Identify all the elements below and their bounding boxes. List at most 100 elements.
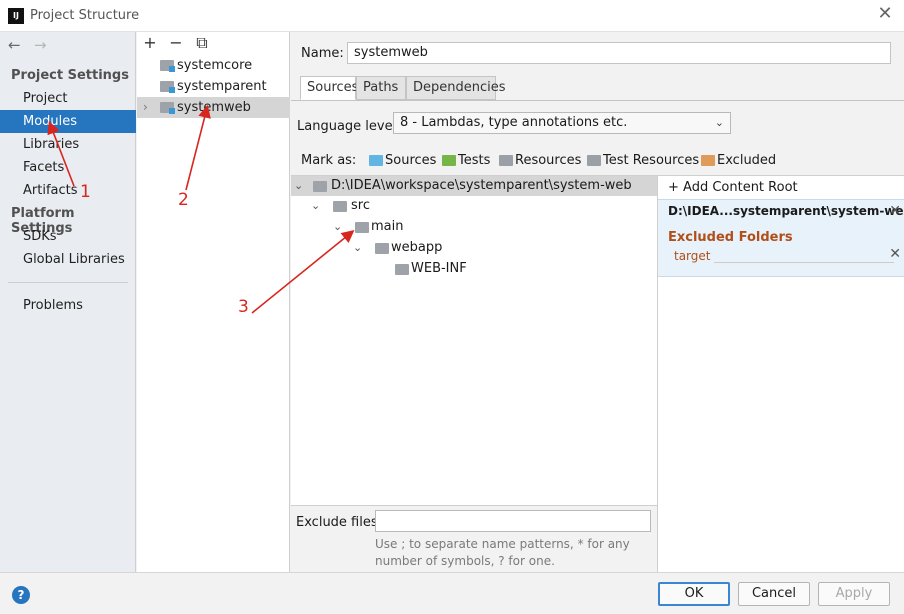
module-name-input[interactable]: systemweb xyxy=(347,42,891,64)
mark-as-sources[interactable]: Sources xyxy=(369,153,443,169)
tests-folder-icon xyxy=(442,155,456,166)
mark-label: Test Resources xyxy=(603,153,700,168)
mark-label: Sources xyxy=(385,153,437,168)
exclude-files-label: Exclude files: xyxy=(296,515,383,530)
modules-toolbar: + − ⧉ xyxy=(137,32,290,56)
chevron-down-icon: ⌄ xyxy=(714,116,724,129)
sidebar-item-artifacts[interactable]: Artifacts xyxy=(0,179,136,202)
tab-divider xyxy=(291,100,904,101)
modules-panel: + − ⧉ systemcore systemparent › systemwe… xyxy=(137,32,290,572)
module-label: systemweb xyxy=(177,100,251,115)
help-icon[interactable]: ? xyxy=(12,586,30,604)
tree-root-label: D:\IDEA\workspace\systemparent\system-we… xyxy=(331,178,632,193)
chevron-down-icon[interactable]: ⌄ xyxy=(311,196,323,216)
folder-icon xyxy=(395,264,409,275)
sidebar-item-problems[interactable]: Problems xyxy=(0,294,136,317)
tab-dependencies[interactable]: Dependencies xyxy=(406,76,506,100)
chevron-down-icon[interactable]: ⌄ xyxy=(353,238,365,258)
content-roots-panel: + Add Content Root D:\IDEA...systemparen… xyxy=(657,175,904,572)
title-bar: IJ Project Structure ✕ xyxy=(0,0,904,32)
plus-icon: + xyxy=(668,180,684,195)
tree-node-web-inf[interactable]: WEB-INF xyxy=(373,259,493,279)
forward-arrow-icon[interactable]: → xyxy=(34,36,47,54)
mark-as-label: Mark as: xyxy=(301,153,357,168)
sidebar-divider xyxy=(8,282,128,283)
tree-node-webapp[interactable]: ⌄ webapp xyxy=(353,238,473,258)
content-root-entry: D:\IDEA...systemparent\system-web ✕ Excl… xyxy=(658,199,904,277)
folder-icon xyxy=(333,201,347,212)
tree-node-src[interactable]: ⌄ src xyxy=(311,196,431,216)
module-item-systemparent[interactable]: systemparent xyxy=(137,76,290,97)
annotation-number-3: 3 xyxy=(238,297,249,317)
folder-icon xyxy=(375,243,389,254)
copy-module-icon[interactable]: ⧉ xyxy=(193,34,211,52)
resources-folder-icon xyxy=(499,155,513,166)
mark-as-resources[interactable]: Resources xyxy=(499,153,589,169)
sources-folder-icon xyxy=(369,155,383,166)
close-icon[interactable]: ✕ xyxy=(876,5,894,23)
window-title: Project Structure xyxy=(30,8,140,23)
sidebar-item-project[interactable]: Project xyxy=(0,87,136,110)
module-icon xyxy=(160,60,175,72)
folder-icon xyxy=(313,181,327,192)
content-root-path: D:\IDEA...systemparent\system-web xyxy=(668,204,904,218)
sidebar-item-libraries[interactable]: Libraries xyxy=(0,133,136,156)
excluded-folder-icon xyxy=(701,155,715,166)
module-detail: Name: systemweb Sources Paths Dependenci… xyxy=(291,32,904,572)
settings-sidebar: ← → Project Settings Project Modules Lib… xyxy=(0,32,136,572)
remove-module-icon[interactable]: − xyxy=(167,34,185,52)
project-settings-heading: Project Settings xyxy=(11,68,129,83)
intellij-app-icon: IJ xyxy=(8,8,24,24)
add-module-icon[interactable]: + xyxy=(141,34,159,52)
test-resources-folder-icon xyxy=(587,155,601,166)
chevron-down-icon[interactable]: ⌄ xyxy=(333,217,345,237)
excluded-underline xyxy=(714,262,894,263)
tree-node-main[interactable]: ⌄ main xyxy=(333,217,453,237)
mark-as-test-resources[interactable]: Test Resources xyxy=(587,153,699,169)
language-level-select[interactable]: 8 - Lambdas, type annotations etc. ⌄ xyxy=(393,112,731,134)
sidebar-item-global-libraries[interactable]: Global Libraries xyxy=(0,248,136,271)
ok-button[interactable]: OK xyxy=(658,582,730,606)
exclude-files-hint: Use ; to separate name patterns, * for a… xyxy=(375,537,630,568)
language-level-label: Language level: xyxy=(297,119,401,134)
tree-node-label: webapp xyxy=(391,240,443,255)
sidebar-item-sdks[interactable]: SDKs xyxy=(0,225,136,248)
mark-label: Excluded xyxy=(717,153,777,168)
apply-button[interactable]: Apply xyxy=(818,582,890,606)
tree-node-label: main xyxy=(371,219,404,234)
remove-root-icon[interactable]: ✕ xyxy=(889,203,901,219)
chevron-right-icon[interactable]: › xyxy=(143,97,148,118)
back-arrow-icon[interactable]: ← xyxy=(8,36,21,54)
folder-icon xyxy=(355,222,369,233)
remove-excluded-icon[interactable]: ✕ xyxy=(889,246,901,262)
tab-sources[interactable]: Sources xyxy=(300,76,358,100)
tree-node-label: src xyxy=(351,198,370,213)
cancel-button[interactable]: Cancel xyxy=(738,582,810,606)
excluded-folder-item: target xyxy=(674,249,711,263)
language-level-value: 8 - Lambdas, type annotations etc. xyxy=(400,115,628,130)
annotation-number-1: 1 xyxy=(80,182,91,202)
module-label: systemparent xyxy=(177,79,267,94)
tree-node-label: WEB-INF xyxy=(411,261,467,276)
content-root-tree: ⌄ D:\IDEA\workspace\systemparent\system-… xyxy=(291,175,657,505)
exclude-files-input[interactable] xyxy=(375,510,651,532)
add-content-root-button[interactable]: + Add Content Root xyxy=(668,180,798,195)
module-icon xyxy=(160,81,175,93)
exclude-files-section: Exclude files: Use ; to separate name pa… xyxy=(291,505,657,572)
module-item-systemweb[interactable]: › systemweb xyxy=(137,97,290,118)
mark-as-excluded[interactable]: Excluded xyxy=(701,153,777,169)
tab-paths[interactable]: Paths xyxy=(356,76,406,100)
sidebar-item-facets[interactable]: Facets xyxy=(0,156,136,179)
chevron-down-icon[interactable]: ⌄ xyxy=(294,176,306,196)
mark-label: Resources xyxy=(515,153,582,168)
mark-label: Tests xyxy=(458,153,491,168)
add-content-root-label: Add Content Root xyxy=(683,180,798,195)
tree-root-row[interactable]: ⌄ D:\IDEA\workspace\systemparent\system-… xyxy=(291,176,657,196)
mark-as-tests[interactable]: Tests xyxy=(442,153,500,169)
module-label: systemcore xyxy=(177,58,253,73)
module-icon xyxy=(160,102,175,114)
excluded-folders-heading: Excluded Folders xyxy=(668,230,793,245)
module-item-systemcore[interactable]: systemcore xyxy=(137,55,290,76)
annotation-number-2: 2 xyxy=(178,190,189,210)
sidebar-item-modules[interactable]: Modules xyxy=(0,110,136,133)
